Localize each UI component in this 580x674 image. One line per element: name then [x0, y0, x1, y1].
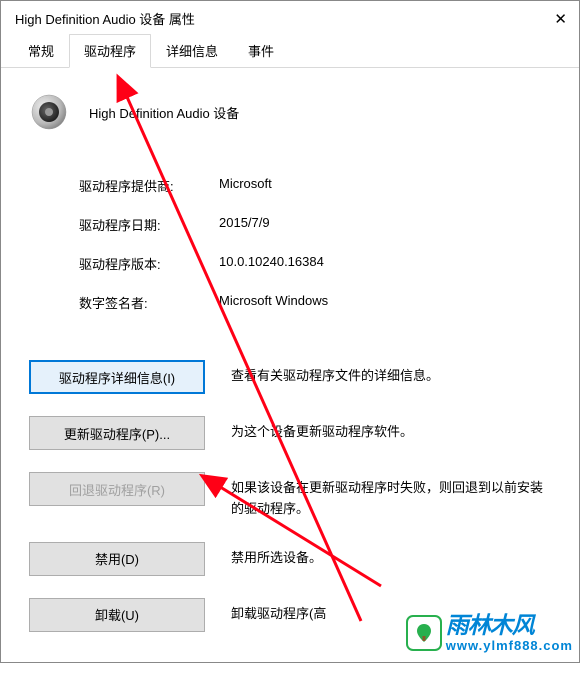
date-label: 驱动程序日期:: [79, 215, 219, 234]
signer-value: Microsoft Windows: [219, 293, 551, 312]
watermark-name: 雨林木风: [446, 614, 573, 637]
info-grid: 驱动程序提供商: Microsoft 驱动程序日期: 2015/7/9 驱动程序…: [29, 176, 551, 312]
version-label: 驱动程序版本:: [79, 254, 219, 273]
rollback-driver-desc: 如果该设备在更新驱动程序时失败，则回退到以前安装的驱动程序。: [231, 472, 551, 520]
window-title: High Definition Audio 设备 属性: [15, 9, 195, 28]
watermark-logo-icon: [406, 615, 442, 651]
device-header: High Definition Audio 设备: [29, 92, 551, 132]
update-driver-button[interactable]: 更新驱动程序(P)...: [29, 416, 205, 450]
driver-details-button[interactable]: 驱动程序详细信息(I): [29, 360, 205, 394]
row-rollback: 回退驱动程序(R) 如果该设备在更新驱动程序时失败，则回退到以前安装的驱动程序。: [29, 472, 551, 520]
tab-events[interactable]: 事件: [233, 34, 289, 68]
watermark-url: www.ylmf888.com: [446, 639, 573, 652]
tab-strip: 常规 驱动程序 详细信息 事件: [1, 34, 579, 68]
row-update: 更新驱动程序(P)... 为这个设备更新驱动程序软件。: [29, 416, 551, 450]
disable-button[interactable]: 禁用(D): [29, 542, 205, 576]
disable-desc: 禁用所选设备。: [231, 542, 551, 569]
close-icon[interactable]: ✕: [527, 10, 567, 28]
row-disable: 禁用(D) 禁用所选设备。: [29, 542, 551, 576]
tab-general[interactable]: 常规: [13, 34, 69, 68]
driver-details-desc: 查看有关驱动程序文件的详细信息。: [231, 360, 551, 387]
speaker-icon: [29, 92, 69, 132]
tab-content: High Definition Audio 设备 驱动程序提供商: Micros…: [1, 68, 579, 674]
tab-details[interactable]: 详细信息: [151, 34, 233, 68]
provider-label: 驱动程序提供商:: [79, 176, 219, 195]
row-details: 驱动程序详细信息(I) 查看有关驱动程序文件的详细信息。: [29, 360, 551, 394]
provider-value: Microsoft: [219, 176, 551, 195]
signer-label: 数字签名者:: [79, 293, 219, 312]
watermark: 雨林木风 www.ylmf888.com: [406, 614, 573, 652]
version-value: 10.0.10240.16384: [219, 254, 551, 273]
date-value: 2015/7/9: [219, 215, 551, 234]
uninstall-button[interactable]: 卸载(U): [29, 598, 205, 632]
device-title: High Definition Audio 设备: [89, 103, 239, 122]
titlebar: High Definition Audio 设备 属性 ✕: [1, 1, 579, 34]
tab-driver[interactable]: 驱动程序: [69, 34, 151, 68]
update-driver-desc: 为这个设备更新驱动程序软件。: [231, 416, 551, 443]
rollback-driver-button: 回退驱动程序(R): [29, 472, 205, 506]
